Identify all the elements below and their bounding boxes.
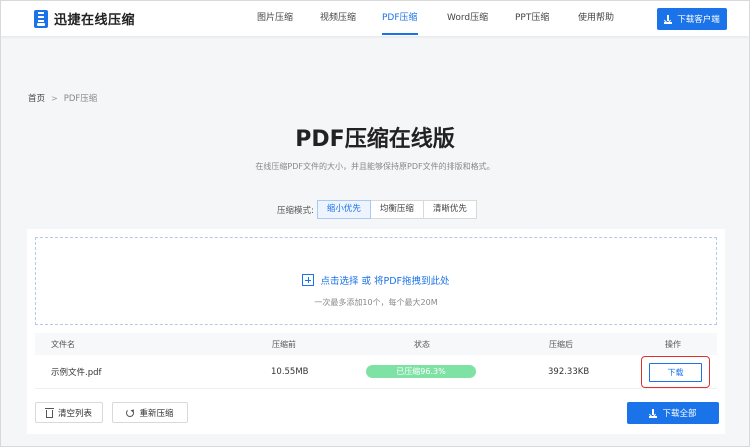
page-subtitle: 在线压缩PDF文件的大小，并且能够保持原PDF文件的排版和格式。: [255, 162, 495, 171]
breadcrumb: 首页 > PDF压缩: [28, 92, 98, 105]
clear-list-button[interactable]: 清空列表: [35, 402, 103, 423]
download-file-button[interactable]: 下载: [649, 363, 702, 382]
breadcrumb-current: PDF压缩: [63, 94, 98, 104]
download-all-button[interactable]: 下载全部: [627, 402, 719, 424]
size-after: 392.33KB: [548, 366, 590, 377]
page-title: PDF压缩在线版: [295, 127, 455, 152]
download-all-label: 下载全部: [662, 409, 697, 419]
header-filename: 文件名: [51, 339, 75, 349]
nav-item-pdf[interactable]: PDF压缩: [382, 1, 418, 36]
nav-item-ppt[interactable]: PPT压缩: [515, 1, 549, 36]
mode-option-smallest[interactable]: 缩小优先: [316, 200, 371, 219]
size-before: 10.55MB: [271, 366, 309, 377]
download-client-label: 下载客户端: [677, 15, 720, 25]
nav-item-video[interactable]: 视频压缩: [320, 1, 356, 36]
trash-icon: [44, 407, 54, 418]
file-name: 示例文件.pdf: [51, 367, 102, 378]
download-client-button[interactable]: 下载客户端: [657, 8, 727, 30]
header-status: 状态: [414, 339, 430, 349]
refresh-icon: [126, 408, 135, 417]
table-row: 示例文件.pdf 10.55MB 已压缩96.3% 392.33KB 下载: [35, 355, 717, 389]
file-dropzone[interactable]: 点击选择 或 将PDF拖拽到此处 一次最多添加10个，每个最大20M: [35, 237, 717, 325]
add-file-icon: [302, 274, 315, 286]
dropzone-prompt[interactable]: 点击选择 或 将PDF拖拽到此处: [36, 273, 716, 287]
dropzone-hint: 一次最多添加10个，每个最大20M: [314, 298, 438, 307]
download-icon: [664, 14, 673, 24]
compression-mode-selector: 压缩模式: 缩小优先 均衡压缩 清晰优先: [277, 200, 477, 219]
dropzone-text: 点击选择 或 将PDF拖拽到此处: [320, 276, 450, 287]
nav-item-word[interactable]: Word压缩: [447, 1, 488, 36]
nav-item-help[interactable]: 使用帮助: [578, 1, 614, 36]
clear-list-label: 清空列表: [57, 408, 92, 419]
status-cell: 已压缩96.3%: [366, 355, 476, 388]
breadcrumb-home[interactable]: 首页: [28, 92, 45, 104]
header-action: 操作: [665, 339, 681, 349]
recompress-label: 重新压缩: [139, 408, 174, 419]
brand-name: 迅捷在线压缩: [54, 13, 136, 28]
recompress-button[interactable]: 重新压缩: [112, 402, 188, 423]
mode-option-clear[interactable]: 清晰优先: [422, 200, 477, 219]
brand-logo[interactable]: 迅捷在线压缩: [34, 9, 135, 28]
table-header: 文件名 压缩前 状态 压缩后 操作: [35, 333, 717, 355]
breadcrumb-separator: >: [51, 93, 58, 103]
file-table: 文件名 压缩前 状态 压缩后 操作 示例文件.pdf 10.55MB 已压缩96…: [35, 333, 717, 389]
zip-logo-icon: [34, 9, 48, 28]
mode-option-balanced[interactable]: 均衡压缩: [369, 200, 424, 219]
download-icon: [649, 408, 658, 418]
nav-item-image[interactable]: 图片压缩: [257, 1, 293, 36]
header-after: 压缩后: [549, 339, 573, 349]
header-before: 压缩前: [272, 339, 296, 349]
mode-label: 压缩模式:: [277, 205, 314, 216]
status-progress-bar: 已压缩96.3%: [366, 365, 476, 378]
page-frame: 迅捷在线压缩 图片压缩 视频压缩 PDF压缩 Word压缩 PPT压缩 使用帮助…: [0, 0, 750, 447]
top-header: 迅捷在线压缩 图片压缩 视频压缩 PDF压缩 Word压缩 PPT压缩 使用帮助…: [1, 1, 749, 36]
